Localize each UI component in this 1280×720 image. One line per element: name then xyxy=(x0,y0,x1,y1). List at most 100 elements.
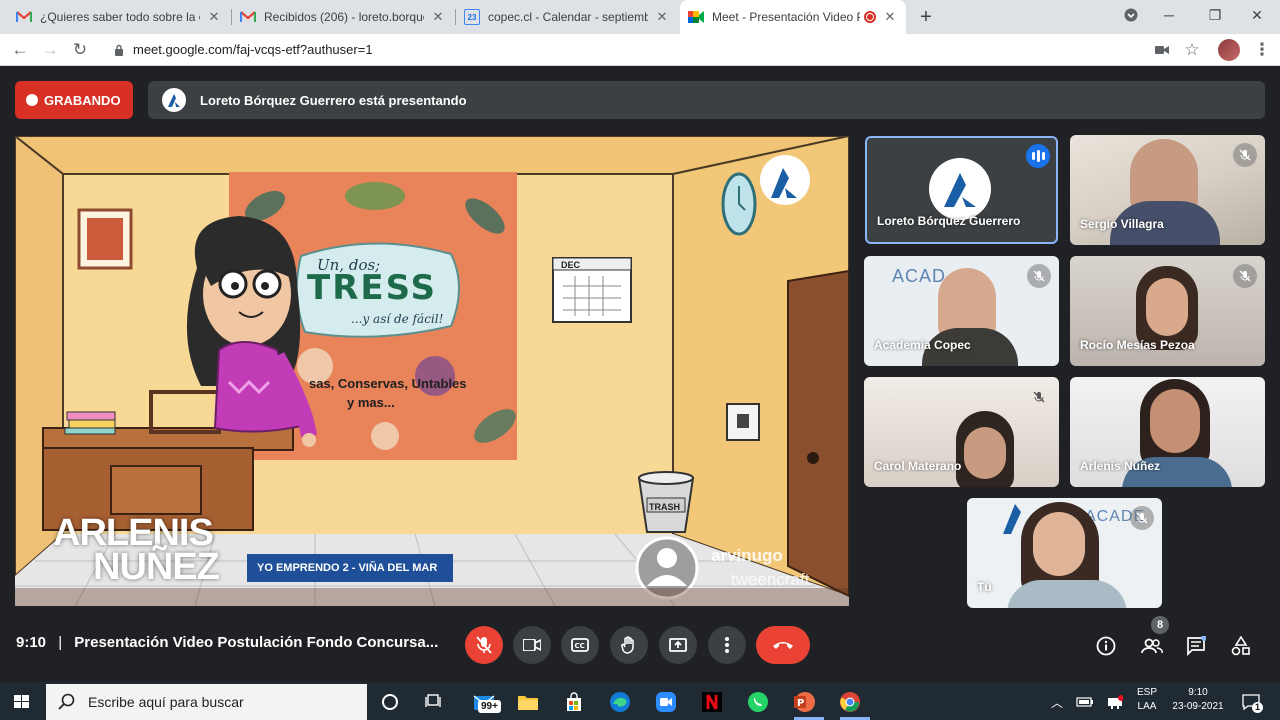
close-window-icon[interactable]: ✕ xyxy=(1234,0,1280,30)
windows-taskbar: Escribe aquí para buscar 99+ P ︿ ESP LAA… xyxy=(0,682,1280,720)
recording-indicator[interactable]: GRABANDO xyxy=(15,81,133,119)
poster-tagline: ...y así de fácil! xyxy=(351,312,444,326)
cortana-icon[interactable] xyxy=(377,689,403,715)
search-placeholder: Escribe aquí para buscar xyxy=(88,694,244,710)
participant-tile[interactable]: Arlenis Nuñez xyxy=(1070,377,1265,487)
battery-icon[interactable] xyxy=(1072,689,1098,715)
participant-tile[interactable]: Sergio Villagra xyxy=(1070,135,1265,245)
captions-button[interactable]: CC xyxy=(561,626,599,664)
address-bar: ← → ↻ meet.google.com/faj-vcqs-etf?authu… xyxy=(0,34,1280,66)
meeting-info-button[interactable] xyxy=(1090,630,1122,662)
participant-tile[interactable]: Loreto Bórquez Guerrero xyxy=(865,136,1058,244)
close-icon[interactable]: ✕ xyxy=(430,9,446,25)
chat-icon xyxy=(1187,636,1206,656)
tab-title: ¿Quieres saber todo sobre la obe xyxy=(40,10,200,24)
powerpoint-icon[interactable]: P xyxy=(791,689,817,715)
chat-button[interactable] xyxy=(1180,630,1212,662)
present-icon xyxy=(669,638,687,652)
lock-icon[interactable] xyxy=(114,44,124,56)
participant-name: Sergio Villagra xyxy=(1080,217,1164,231)
forward-arrow-icon[interactable]: → xyxy=(38,38,62,62)
gmail-icon xyxy=(16,9,32,25)
close-icon[interactable]: ✕ xyxy=(882,9,898,25)
mic-off-icon xyxy=(1233,143,1257,167)
bookmark-star-icon[interactable]: ☆ xyxy=(1180,38,1204,62)
camera-toggle-button[interactable] xyxy=(513,626,551,664)
close-icon[interactable]: ✕ xyxy=(654,9,670,25)
participant-tile[interactable]: Rocío Mesías Pezoa xyxy=(1070,256,1265,366)
url-input[interactable]: meet.google.com/faj-vcqs-etf?authuser=1 xyxy=(133,42,373,57)
close-icon[interactable]: ✕ xyxy=(206,9,222,25)
language-indicator[interactable]: ESP LAA xyxy=(1136,687,1158,712)
tab-title: Recibidos (206) - loreto.borquez xyxy=(264,10,424,24)
back-arrow-icon[interactable]: ← xyxy=(8,38,32,62)
academia-logo-icon xyxy=(944,173,976,207)
participant-name: Academia Copec xyxy=(874,338,971,352)
participant-name: Carol Materano xyxy=(874,459,962,473)
windows-start-icon[interactable] xyxy=(8,690,36,714)
shapes-icon xyxy=(1231,636,1250,656)
raise-hand-button[interactable] xyxy=(610,626,648,664)
participant-name: Tú xyxy=(977,580,992,594)
poster-brand: TRESS xyxy=(307,268,438,308)
watermark-brand: tweencraft xyxy=(731,570,810,589)
tab-calendar[interactable]: 23 copec.cl - Calendar - septiembre ✕ xyxy=(456,0,678,34)
browser-tab-strip: ¿Quieres saber todo sobre la obe ✕ Recib… xyxy=(0,0,1280,34)
participant-name: Loreto Bórquez Guerrero xyxy=(877,214,1021,228)
tray-expand-icon[interactable]: ︿ xyxy=(1044,689,1070,715)
present-screen-button[interactable] xyxy=(659,626,697,664)
meeting-details[interactable]: 9:10 | Presentación Video Postulación Fo… xyxy=(16,634,438,651)
search-icon xyxy=(58,693,75,710)
tab-gmail-obesity[interactable]: ¿Quieres saber todo sobre la obe ✕ xyxy=(8,0,230,34)
netflix-icon[interactable] xyxy=(699,689,725,715)
chrome-icon[interactable] xyxy=(837,689,863,715)
camera-in-use-icon[interactable] xyxy=(1150,38,1174,62)
reload-icon[interactable]: ↻ xyxy=(68,38,92,62)
new-tab-button[interactable]: + xyxy=(914,5,938,29)
program-banner: YO EMPRENDO 2 - VIÑA DEL MAR xyxy=(247,554,453,582)
tab-meet[interactable]: Meet - Presentación Video P ✕ xyxy=(680,0,906,34)
lang-bottom: LAA xyxy=(1137,701,1157,712)
mic-toggle-button[interactable] xyxy=(465,626,503,664)
edge-icon[interactable] xyxy=(607,689,633,715)
task-view-icon[interactable] xyxy=(421,689,447,715)
whatsapp-icon[interactable] xyxy=(745,689,771,715)
minimize-icon[interactable]: ─ xyxy=(1146,0,1192,30)
more-options-button[interactable] xyxy=(708,626,746,664)
leave-call-button[interactable] xyxy=(756,626,810,664)
notification-count: 1 xyxy=(1252,702,1263,713)
presentation-screen[interactable]: Un, dos; TRESS ...y así de fácil! sas, C… xyxy=(15,136,849,606)
mic-off-icon xyxy=(1027,264,1051,288)
participant-name: Arlenis Nuñez xyxy=(1080,459,1161,473)
mic-off-icon xyxy=(1130,506,1154,530)
avatar[interactable] xyxy=(1217,38,1241,62)
trash-label: TRASH xyxy=(649,502,680,512)
poster-products: sas, Conservas, Untables xyxy=(309,376,467,391)
mic-off-icon xyxy=(476,636,492,654)
network-icon[interactable] xyxy=(1102,689,1128,715)
calendar-icon: 23 xyxy=(464,9,480,25)
background-text: ACAD xyxy=(892,266,947,286)
tab-gmail-inbox[interactable]: Recibidos (206) - loreto.borquez ✕ xyxy=(232,0,454,34)
separator: | xyxy=(58,634,63,651)
clock[interactable]: 9:10 23-09-2021 xyxy=(1170,687,1226,712)
participants-button[interactable] xyxy=(1136,630,1168,662)
restore-icon[interactable]: ❐ xyxy=(1192,0,1238,30)
activities-button[interactable] xyxy=(1225,630,1257,662)
more-menu-icon[interactable]: ⋮ xyxy=(1250,38,1274,62)
record-dot-icon xyxy=(26,94,38,106)
taskbar-search-input[interactable]: Escribe aquí para buscar xyxy=(46,684,367,720)
zoom-icon[interactable] xyxy=(653,689,679,715)
participant-tile[interactable]: ACAD Academia Copec xyxy=(864,256,1059,366)
store-icon[interactable] xyxy=(561,689,587,715)
participant-video xyxy=(1150,389,1200,453)
meeting-controls-bar: 9:10 | Presentación Video Postulación Fo… xyxy=(0,614,1280,682)
presenting-banner: Loreto Bórquez Guerrero está presentando xyxy=(148,81,1265,119)
calendar-label: DEC xyxy=(561,260,581,270)
self-view-tile[interactable]: ACADE Tú xyxy=(967,498,1162,608)
participant-tile[interactable]: Carol Materano xyxy=(864,377,1059,487)
participant-count-badge: 8 xyxy=(1151,616,1169,634)
watermark-user: arvinugo xyxy=(711,546,783,565)
more-vert-icon xyxy=(725,637,729,653)
file-explorer-icon[interactable] xyxy=(515,689,541,715)
